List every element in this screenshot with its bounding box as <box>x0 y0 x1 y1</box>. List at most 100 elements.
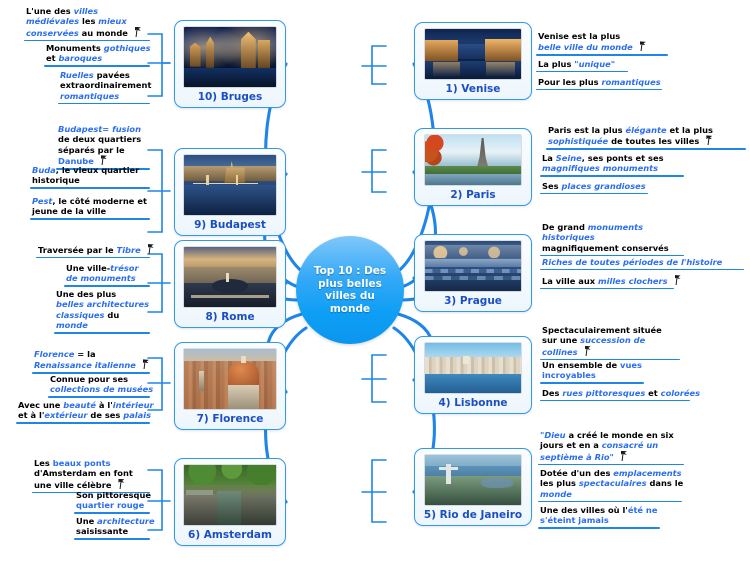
city-node-lisbonne[interactable]: 4) Lisbonne <box>414 336 532 414</box>
underline <box>540 192 648 195</box>
city-label: 7) Florence <box>196 413 264 425</box>
underline <box>64 285 150 287</box>
city-node-amsterdam[interactable]: 6) Amsterdam <box>174 458 286 546</box>
subtopic-paris-2[interactable]: La Seine, ses ponts et ses magnifiques mo… <box>540 152 684 177</box>
city-label: 8) Rome <box>205 311 255 323</box>
underline <box>24 39 150 42</box>
underline <box>538 463 684 466</box>
subtopic-text: "Dieu a créé le monde en six jours et en … <box>540 430 674 462</box>
subtopic-text: Paris est la plus élégante et la plus sop… <box>548 125 713 147</box>
underline <box>30 187 150 189</box>
city-node-florence[interactable]: 7) Florence <box>174 342 286 430</box>
subtopic-paris-1[interactable]: Paris est la plus élégante et la plus sop… <box>546 124 746 150</box>
city-label: 5) Rio de Janeiro <box>423 509 523 521</box>
prague-charles-bridge-photo <box>425 241 521 291</box>
city-node-rome[interactable]: 8) Rome <box>174 240 286 328</box>
city-node-rio[interactable]: 5) Rio de Janeiro <box>414 448 532 526</box>
subtopic-bruges-1[interactable]: L'une des villes médiévales les mieux cons… <box>24 5 150 42</box>
subtopic-bruges-2[interactable]: Monuments gothiques et baroques <box>44 42 151 67</box>
subtopic-text: Budapest= fusion de deux quartiers séparés… <box>58 124 142 167</box>
pushpin-icon <box>583 346 592 356</box>
subtopic-text: Connue pour ses collections de musées <box>50 374 154 395</box>
subtopic-rio-2[interactable]: Dotée d'un des emplacements les plus spec… <box>538 467 684 503</box>
city-label: 10) Bruges <box>197 91 263 103</box>
subtopic-amsterdam-3[interactable]: Une architecture saisissante <box>74 515 155 540</box>
subtopic-budapest-3[interactable]: Pest, le côté moderne et jeune de la vill… <box>30 195 150 220</box>
subtopic-paris-3[interactable]: Ses places grandioses <box>540 180 648 195</box>
subtopic-amsterdam-1[interactable]: Les beaux ponts d'Amsterdam en font une vi… <box>32 457 150 494</box>
subtopic-text: La ville aux milles clochers <box>540 274 674 288</box>
underline <box>540 399 690 402</box>
underline <box>540 287 674 290</box>
venice-grand-canal-night-photo <box>425 29 521 79</box>
subtopic-venise-1[interactable]: Venise est la plus belle ville du monde <box>536 30 668 56</box>
subtopic-text: Buda, le vieux quartier historique <box>32 165 140 186</box>
subtopic-amsterdam-2[interactable]: Son pittoresque quartier rouge <box>74 489 151 514</box>
subtopic-text: Monuments gothiques et baroques <box>46 43 151 64</box>
subtopic-text: Avec une beauté à l'intérieur et à l'exté… <box>18 400 154 421</box>
budapest-danube-chain-bridge-photo <box>184 155 276 215</box>
subtopic-text: Une des plus belles architectures classiqu… <box>56 289 150 331</box>
subtopic-lisbonne-2[interactable]: Un ensemble de vues incroyables <box>540 359 644 384</box>
city-node-paris[interactable]: 2) Paris <box>414 128 532 206</box>
city-label: 2) Paris <box>450 189 496 201</box>
subtopic-florence-2[interactable]: Connue pour ses collections de musées <box>48 373 154 398</box>
subtopic-text: Spectaculairement située sur une successi… <box>542 325 662 357</box>
underline <box>540 175 684 177</box>
central-topic-node[interactable]: Top 10 : Des plus belles villes du monde <box>296 236 404 344</box>
subtopic-prague-3[interactable]: La ville aux milles clochers <box>540 274 674 290</box>
subtopic-rome-1[interactable]: Traversée par le Tibre <box>36 243 150 259</box>
central-topic-label: Top 10 : Des plus belles villes du monde <box>313 265 387 315</box>
subtopic-budapest-1[interactable]: Budapest= fusion de deux quartiers séparés… <box>56 123 150 170</box>
city-node-budapest[interactable]: 9) Budapest <box>174 148 286 236</box>
underline <box>74 538 150 540</box>
subtopic-florence-1[interactable]: Florence = la Renaissance italienne <box>32 348 150 374</box>
subtopic-venise-2[interactable]: La plus "unique" <box>536 58 628 73</box>
city-label: 4) Lisbonne <box>438 397 508 409</box>
underline <box>546 148 746 150</box>
subtopic-lisbonne-3[interactable]: Des rues pittoresques et colorées <box>540 387 701 402</box>
lisbon-hillside-waterfront-photo <box>425 343 521 393</box>
subtopic-prague-1[interactable]: De grand monuments historiques magnifiquem… <box>540 221 684 257</box>
subtopic-bruges-3[interactable]: Ruelles pavées extraordinairement romantiq… <box>58 69 151 105</box>
subtopic-text: Des rues pittoresques et colorées <box>542 388 701 398</box>
city-label: 3) Prague <box>444 295 502 307</box>
pushpin-icon <box>638 41 647 51</box>
subtopic-prague-2[interactable]: Riches de toutes périodes de l'histoire <box>540 256 744 271</box>
subtopic-rio-1[interactable]: "Dieu a créé le monde en six jours et en … <box>538 429 684 466</box>
subtopic-rome-2[interactable]: Une ville-trésor de monuments <box>64 262 150 287</box>
subtopic-text: La Seine, ses ponts et ses magnifiques mo… <box>542 153 664 174</box>
subtopic-text: L'une des villes médiévales les mieux cons… <box>24 5 150 40</box>
subtopic-text: Dotée d'un des emplacements les plus spec… <box>540 468 684 499</box>
underline <box>536 88 662 91</box>
underline <box>44 65 150 67</box>
amsterdam-canal-bikes-photo <box>184 465 276 525</box>
pushpin-icon <box>116 479 125 489</box>
underline <box>538 500 682 503</box>
underline <box>48 396 150 398</box>
subtopic-text: Une des villes où l'été ne s'éteint jamai… <box>540 505 658 526</box>
underline <box>58 102 150 105</box>
underline <box>536 70 628 73</box>
underline <box>30 218 150 220</box>
pushpin-icon <box>619 451 628 461</box>
subtopic-venise-3[interactable]: Pour les plus romantiques <box>536 76 662 91</box>
city-node-prague[interactable]: 3) Prague <box>414 234 532 312</box>
subtopic-text: Pest, le côté moderne et jeune de la vill… <box>32 196 147 217</box>
subtopic-budapest-2[interactable]: Buda, le vieux quartier historique <box>30 164 150 189</box>
subtopic-text: Venise est la plus belle ville du monde <box>536 30 668 54</box>
subtopic-lisbonne-1[interactable]: Spectaculairement située sur une successi… <box>540 324 680 361</box>
city-node-bruges[interactable]: 10) Bruges <box>174 20 286 108</box>
subtopic-rio-3[interactable]: Une des villes où l'été ne s'éteint jamai… <box>538 504 660 529</box>
paris-eiffel-tower-autumn-photo <box>425 135 521 185</box>
subtopic-florence-3[interactable]: Avec une beauté à l'intérieur et à l'exté… <box>16 399 154 424</box>
pushpin-icon <box>704 135 713 145</box>
city-node-venise[interactable]: 1) Venise <box>414 22 532 100</box>
subtopic-rome-3[interactable]: Une des plus belles architectures classiqu… <box>54 288 150 334</box>
subtopic-text: Les beaux ponts d'Amsterdam en font une vi… <box>34 458 133 490</box>
city-label: 6) Amsterdam <box>188 529 272 541</box>
pushpin-icon <box>673 275 682 285</box>
bruges-canal-night-photo <box>184 27 276 87</box>
subtopic-text: Une ville-trésor de monuments <box>66 263 139 284</box>
subtopic-text: Florence = la Renaissance italienne <box>32 348 150 372</box>
